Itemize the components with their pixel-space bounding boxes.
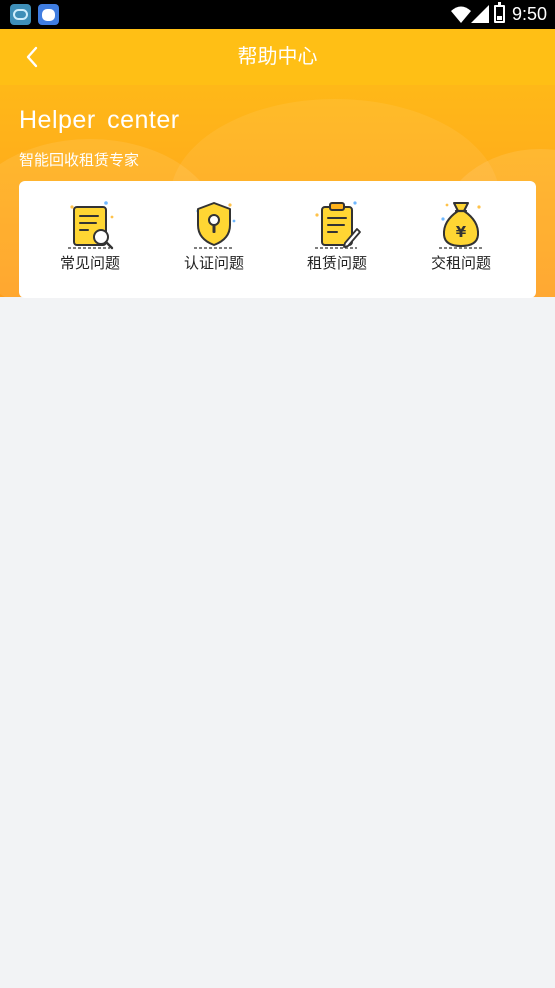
nav-bar: 帮助中心	[0, 29, 555, 85]
category-common-questions[interactable]: 常见问题	[40, 181, 140, 298]
category-payment-questions[interactable]: ¥ 交租问题	[411, 181, 511, 298]
category-label: 常见问题	[59, 254, 120, 272]
money-bag-yen-icon: ¥	[439, 202, 483, 249]
category-rental-questions[interactable]: 租赁问题	[287, 181, 387, 298]
hero-title: Helper center	[19, 106, 180, 134]
signal-icon	[471, 5, 489, 23]
category-verification-questions[interactable]: 认证问题	[164, 181, 264, 298]
app-icon	[10, 4, 31, 25]
category-label: 租赁问题	[306, 254, 367, 272]
hero-subtitle: 智能回收租赁专家	[19, 151, 140, 169]
shield-keyhole-icon	[194, 202, 236, 249]
wifi-icon	[451, 6, 471, 23]
document-search-icon	[68, 201, 114, 250]
baidu-app-icon	[38, 4, 59, 25]
battery-icon	[494, 2, 505, 23]
category-label: 交租问题	[430, 254, 491, 272]
category-label: 认证问题	[183, 254, 244, 272]
clipboard-edit-icon	[315, 201, 361, 249]
status-bar: 9:50	[0, 0, 555, 29]
svg-text:¥: ¥	[456, 223, 467, 241]
clock: 9:50	[512, 4, 548, 24]
help-category-card: 常见问题 认证问题 租赁问题 ¥ 交租问题	[19, 181, 536, 298]
page-title: 帮助中心	[237, 44, 318, 68]
